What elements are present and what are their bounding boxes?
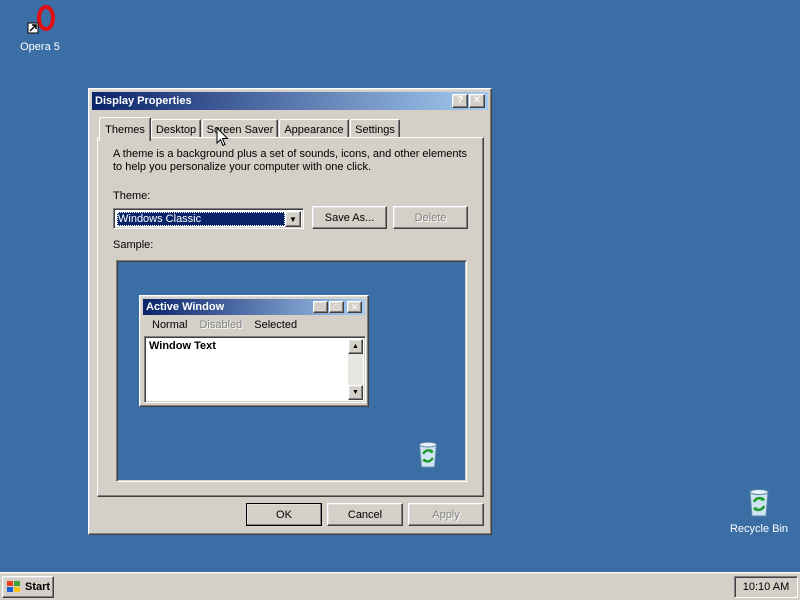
save-as-button[interactable]: Save As... [312,206,387,229]
ok-button[interactable]: OK [246,503,322,526]
theme-sample-preview: Active Window _ □ ✕ Normal Disabled Sele… [116,260,467,482]
sample-menu-disabled: Disabled [199,319,243,331]
theme-select[interactable]: Windows Classic ▼ [113,208,304,229]
scroll-down-icon: ▼ [348,385,363,400]
minimize-icon: _ [313,301,328,313]
tab-themes[interactable]: Themes [99,117,151,141]
sample-label: Sample: [113,239,154,251]
help-button[interactable]: ? [452,94,468,108]
themes-tab-panel: A theme is a background plus a set of so… [97,137,484,497]
windows-logo-icon [7,581,20,592]
mouse-cursor-icon [216,127,229,147]
tab-appearance[interactable]: Appearance [279,119,349,139]
maximize-icon: □ [329,301,344,313]
sample-menu-normal: Normal [152,319,188,331]
cancel-button[interactable]: Cancel [327,503,403,526]
sample-window-title: Active Window [146,301,225,313]
chevron-down-icon[interactable]: ▼ [285,211,301,227]
theme-select-value: Windows Classic [117,212,285,226]
taskbar: Start 10:10 AM [0,572,800,600]
tab-settings[interactable]: Settings [350,119,400,139]
delete-button[interactable]: Delete [393,206,468,229]
apply-button[interactable]: Apply [408,503,484,526]
sample-window-text: Window Text [149,340,216,352]
start-label: Start [25,581,51,593]
sample-scrollbar: ▲ ▼ [348,339,363,400]
theme-label: Theme: [113,190,151,202]
close-icon: ✕ [347,301,362,313]
system-tray: 10:10 AM [734,576,798,598]
sample-window-titlebar: Active Window _ □ ✕ [143,299,365,315]
close-button[interactable]: ✕ [469,94,485,108]
opera-icon [27,5,55,34]
sample-menu-bar: Normal Disabled Selected [146,319,303,331]
dialog-titlebar[interactable]: Display Properties ? ✕ [92,92,488,110]
desktop-icon-opera[interactable]: Opera 5 [5,4,75,53]
sample-active-window: Active Window _ □ ✕ Normal Disabled Sele… [139,295,369,407]
theme-description: A theme is a background plus a set of so… [113,148,468,173]
tab-screen-saver[interactable]: Screen Saver [202,119,278,139]
recycle-bin-icon [749,489,769,517]
desktop-icon-recycle-bin[interactable]: Recycle Bin [724,486,794,535]
display-properties-dialog: Display Properties ? ✕ Themes Desktop Sc… [88,88,492,535]
sample-menu-selected: Selected [254,319,298,331]
scroll-up-icon: ▲ [348,339,363,354]
tab-desktop[interactable]: Desktop [151,119,201,139]
desktop-icon-label: Recycle Bin [729,523,789,535]
desktop-icon-label: Opera 5 [20,41,60,53]
sample-window-text-area: Window Text ▲ ▼ [144,336,366,403]
recycle-bin-icon [419,441,437,468]
clock[interactable]: 10:10 AM [743,581,789,593]
start-button[interactable]: Start [2,576,54,598]
close-icon: ✕ [472,95,482,106]
dialog-title: Display Properties [95,95,192,107]
